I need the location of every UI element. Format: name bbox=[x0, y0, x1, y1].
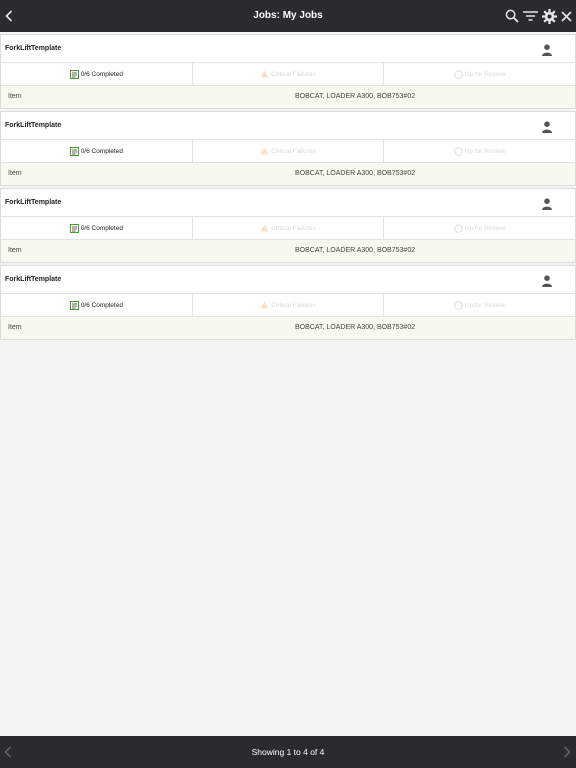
up-for-review-text: Up for Review bbox=[464, 224, 506, 232]
item-row: Item BOBCAT, LOADER A300, BOB753#02 bbox=[1, 86, 575, 108]
checklist-icon bbox=[69, 146, 79, 156]
item-row: Item BOBCAT, LOADER A300, BOB753#02 bbox=[1, 317, 575, 339]
up-for-review-stat: Up for Review bbox=[384, 140, 575, 162]
person-icon[interactable] bbox=[541, 118, 553, 133]
job-stats: 0/6 Completed Critical Failures Up for R… bbox=[1, 294, 575, 317]
item-label: Item bbox=[8, 247, 22, 254]
bottom-bar: Showing 1 to 4 of 4 bbox=[0, 736, 576, 768]
job-card[interactable]: ForkLiftTemplate 0/6 Completed Critical … bbox=[0, 188, 576, 263]
job-stats: 0/6 Completed Critical Failures Up for R… bbox=[1, 63, 575, 86]
item-row: Item BOBCAT, LOADER A300, BOB753#02 bbox=[1, 163, 575, 185]
next-page-icon[interactable] bbox=[563, 736, 571, 768]
job-template-name: ForkLiftTemplate bbox=[5, 276, 62, 283]
item-label: Item bbox=[8, 324, 22, 331]
gear-icon[interactable] bbox=[541, 0, 558, 32]
filter-icon[interactable] bbox=[522, 0, 539, 32]
item-value: BOBCAT, LOADER A300, BOB753#02 bbox=[295, 324, 416, 331]
warning-icon bbox=[260, 224, 269, 232]
critical-failures-stat: Critical Failures bbox=[193, 63, 385, 85]
search-icon[interactable] bbox=[503, 0, 520, 32]
up-for-review-text: Up for Review bbox=[464, 70, 506, 78]
up-for-review-stat: Up for Review bbox=[384, 217, 575, 239]
job-card[interactable]: ForkLiftTemplate 0/6 Completed Critical … bbox=[0, 111, 576, 186]
up-for-review-stat: Up for Review bbox=[384, 63, 575, 85]
item-value: BOBCAT, LOADER A300, BOB753#02 bbox=[295, 247, 416, 254]
job-card[interactable]: ForkLiftTemplate 0/6 Completed Critical … bbox=[0, 34, 576, 109]
up-for-review-text: Up for Review bbox=[464, 147, 506, 155]
item-label: Item bbox=[8, 170, 22, 177]
warning-icon bbox=[260, 70, 269, 78]
job-card-header: ForkLiftTemplate bbox=[1, 35, 575, 63]
critical-failures-stat: Critical Failures bbox=[193, 217, 385, 239]
person-icon[interactable] bbox=[541, 195, 553, 210]
person-icon[interactable] bbox=[541, 41, 553, 56]
review-icon bbox=[453, 300, 463, 310]
completed-text: 0/6 Completed bbox=[80, 70, 123, 78]
person-icon[interactable] bbox=[541, 272, 553, 287]
item-value: BOBCAT, LOADER A300, BOB753#02 bbox=[295, 93, 416, 100]
critical-failures-text: Critical Failures bbox=[271, 147, 316, 155]
job-card[interactable]: ForkLiftTemplate 0/6 Completed Critical … bbox=[0, 265, 576, 340]
job-stats: 0/6 Completed Critical Failures Up for R… bbox=[1, 217, 575, 240]
completed-text: 0/6 Completed bbox=[80, 301, 123, 309]
review-icon bbox=[453, 146, 463, 156]
critical-failures-stat: Critical Failures bbox=[193, 294, 385, 316]
job-template-name: ForkLiftTemplate bbox=[5, 122, 62, 129]
checklist-icon bbox=[69, 300, 79, 310]
up-for-review-text: Up for Review bbox=[464, 301, 506, 309]
critical-failures-text: Critical Failures bbox=[271, 224, 316, 232]
up-for-review-stat: Up for Review bbox=[384, 294, 575, 316]
completed-stat[interactable]: 0/6 Completed bbox=[1, 140, 193, 162]
item-value: BOBCAT, LOADER A300, BOB753#02 bbox=[295, 170, 416, 177]
completed-text: 0/6 Completed bbox=[80, 224, 123, 232]
completed-stat[interactable]: 0/6 Completed bbox=[1, 294, 193, 316]
warning-icon bbox=[260, 147, 269, 155]
page-title: Jobs: My Jobs bbox=[253, 10, 323, 21]
item-label: Item bbox=[8, 93, 22, 100]
review-icon bbox=[453, 69, 463, 79]
item-row: Item BOBCAT, LOADER A300, BOB753#02 bbox=[1, 240, 575, 262]
completed-text: 0/6 Completed bbox=[80, 147, 123, 155]
checklist-icon bbox=[69, 223, 79, 233]
critical-failures-text: Critical Failures bbox=[271, 301, 316, 309]
job-card-header: ForkLiftTemplate bbox=[1, 112, 575, 140]
job-template-name: ForkLiftTemplate bbox=[5, 45, 62, 52]
job-card-header: ForkLiftTemplate bbox=[1, 189, 575, 217]
pagination-text: Showing 1 to 4 of 4 bbox=[251, 747, 325, 757]
completed-stat[interactable]: 0/6 Completed bbox=[1, 63, 193, 85]
completed-stat[interactable]: 0/6 Completed bbox=[1, 217, 193, 239]
job-template-name: ForkLiftTemplate bbox=[5, 199, 62, 206]
critical-failures-text: Critical Failures bbox=[271, 70, 316, 78]
job-stats: 0/6 Completed Critical Failures Up for R… bbox=[1, 140, 575, 163]
review-icon bbox=[453, 223, 463, 233]
close-icon[interactable] bbox=[559, 0, 574, 32]
top-bar: Jobs: My Jobs bbox=[0, 0, 576, 32]
job-list: ForkLiftTemplate 0/6 Completed Critical … bbox=[0, 34, 576, 342]
critical-failures-stat: Critical Failures bbox=[193, 140, 385, 162]
warning-icon bbox=[260, 301, 269, 309]
checklist-icon bbox=[69, 69, 79, 79]
job-card-header: ForkLiftTemplate bbox=[1, 266, 575, 294]
